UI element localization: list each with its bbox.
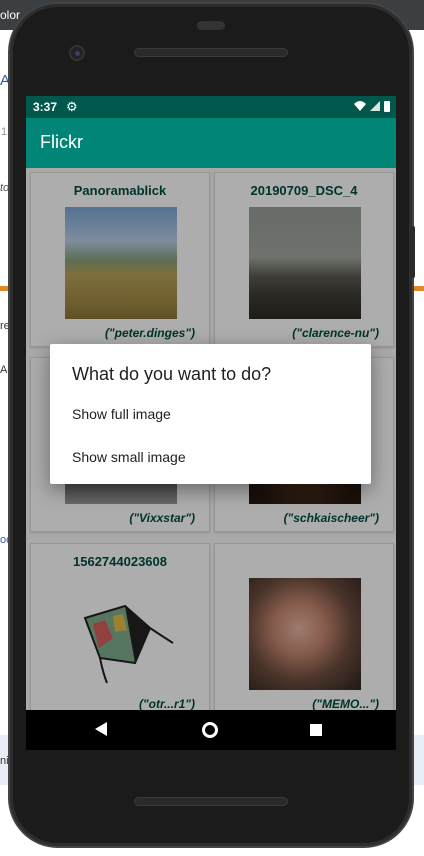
left-fragment: 1: [1, 126, 8, 138]
action-dialog: What do you want to do? Show full image …: [50, 344, 371, 484]
left-fragment: A: [0, 72, 11, 89]
back-triangle-icon[interactable]: [95, 722, 107, 736]
volume-button: [410, 226, 415, 278]
app-toolbar: Flickr: [26, 118, 396, 168]
left-fragment: re: [0, 320, 10, 332]
status-icons: [354, 100, 390, 112]
left-fragment: to: [0, 182, 10, 194]
earpiece-speaker: [134, 48, 288, 57]
top-notch: [197, 21, 225, 30]
app-title: Flickr: [40, 132, 83, 152]
recent-square-icon[interactable]: [310, 724, 322, 736]
gear-icon: ⚙: [66, 99, 78, 114]
show-full-image-option[interactable]: Show full image: [72, 406, 171, 422]
navigation-bar: [26, 710, 396, 750]
show-small-image-option[interactable]: Show small image: [72, 449, 186, 465]
window-title-fragment: olor: [0, 8, 21, 22]
status-bar: 3:37 ⚙: [26, 96, 396, 118]
status-time: 3:37: [33, 100, 58, 114]
device-screen: 3:37 ⚙ Flickr Panoramablick ("peter.ding…: [26, 96, 396, 750]
signal-icon: [370, 101, 380, 111]
bottom-speaker: [134, 797, 288, 806]
wifi-icon: [354, 101, 366, 111]
dialog-title: What do you want to do?: [72, 364, 272, 384]
battery-icon: [384, 100, 390, 112]
front-camera-icon: [69, 45, 85, 61]
home-circle-icon[interactable]: [202, 722, 218, 738]
